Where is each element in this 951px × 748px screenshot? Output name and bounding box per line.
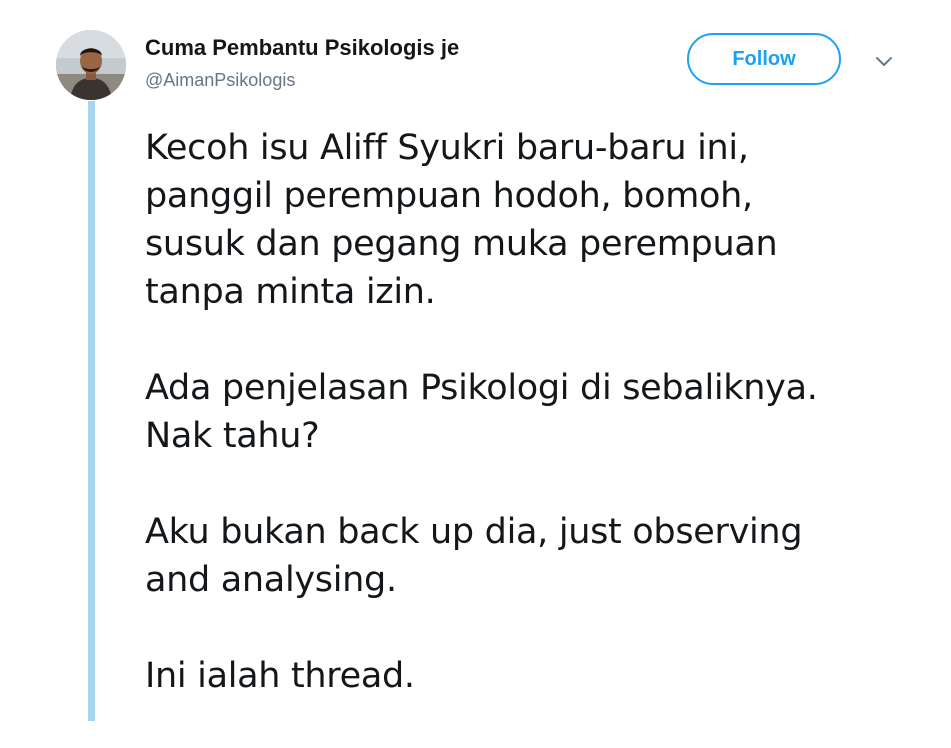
tweet-text-line: Nak tahu? xyxy=(145,416,320,456)
tweet-text-line: Ini ialah thread. xyxy=(145,656,415,696)
tweet-paragraph: Ini ialah thread. xyxy=(145,652,935,700)
tweet-text-line: tanpa minta izin. xyxy=(145,272,436,312)
tweet-paragraph: Aku bukan back up dia, just observing an… xyxy=(145,508,935,604)
tweet-text-line: Ada penjelasan Psikologi di sebaliknya. xyxy=(145,368,818,408)
tweet: Cuma Pembantu Psikologis je @AimanPsikol… xyxy=(0,0,951,721)
tweet-text-line: Kecoh isu Aliff Syukri baru-baru ini, xyxy=(145,128,749,168)
tweet-text-line: and analysing. xyxy=(145,560,397,600)
tweet-text: Kecoh isu Aliff Syukri baru-baru ini, pa… xyxy=(145,124,935,748)
tweet-text-line: susuk dan pegang muka perempuan xyxy=(145,224,778,264)
avatar[interactable] xyxy=(56,30,126,100)
user-handle[interactable]: @AimanPsikologis xyxy=(145,68,295,92)
tweet-paragraph: Ada penjelasan Psikologi di sebaliknya. … xyxy=(145,364,935,460)
thread-connector-line xyxy=(88,101,95,721)
tweet-paragraph: Kecoh isu Aliff Syukri baru-baru ini, pa… xyxy=(145,124,935,316)
display-name[interactable]: Cuma Pembantu Psikologis je xyxy=(145,34,459,62)
chevron-down-icon[interactable] xyxy=(872,52,896,72)
follow-button[interactable]: Follow xyxy=(687,33,841,85)
tweet-text-line: Aku bukan back up dia, just observing xyxy=(145,512,803,552)
tweet-text-line: panggil perempuan hodoh, bomoh, xyxy=(145,176,753,216)
